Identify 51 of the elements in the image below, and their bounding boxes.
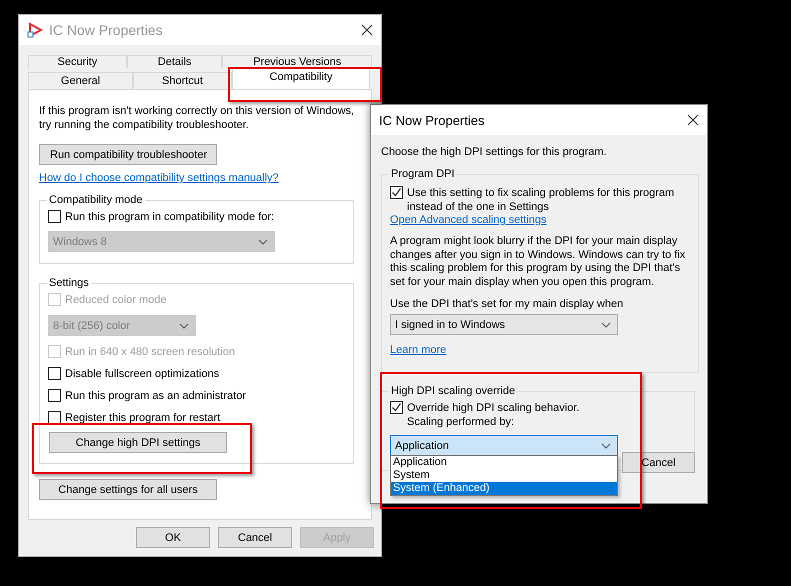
dropdown-option[interactable]: Application [391,456,617,469]
close-icon[interactable] [687,114,699,126]
checkbox[interactable] [390,186,403,199]
dropdown-option[interactable]: System (Enhanced) [391,482,617,495]
dpi-settings-button[interactable]: Change high DPI settings [49,432,227,453]
checkbox-label: Disable fullscreen optimizations [65,367,220,381]
checkbox-label: Register this program for restart [65,411,220,425]
group-title: Compatibility mode [48,194,144,206]
dropdown[interactable]: I signed in to Windows [390,314,618,335]
dropdown-label: Use the DPI that's set for my main display when [390,298,624,310]
caret-icon [601,322,611,328]
checkbox-label: Override high DPI scaling behavior. Scaling performed by: [407,401,580,429]
app-icon [27,22,43,38]
description-text: A program might look blurry if the DPI for your main display changes after you sign in to Windows. Windows can try to fix this scaling problem for this program by using the DPI that's set for your main display when you open this program. [390,235,686,289]
tab[interactable]: Shortcut [133,72,232,89]
checkbox[interactable] [48,210,61,223]
all-users-button[interactable]: Change settings for all users [39,479,217,500]
checkbox[interactable] [390,401,403,414]
checkbox-label: Reduced color mode [65,293,167,307]
tab[interactable]: Security [28,55,127,68]
checkbox-label: Use this setting to fix scaling problems for this program instead of the one in Settings [407,186,676,214]
dropdown-option[interactable]: System [391,469,617,482]
dialog-button[interactable]: Cancel [218,527,292,548]
checkbox-label: Run this program in compatibility mode for: [65,210,274,224]
cancel-button[interactable]: Cancel [622,452,695,473]
dialog-button[interactable]: OK [136,527,210,548]
close-icon[interactable] [361,24,373,36]
help-link[interactable]: How do I choose compatibility settings manually? [39,172,279,184]
checkbox-label: Run this program as an administrator [65,389,246,403]
learn-more-link[interactable]: Learn more [390,344,446,356]
caret-icon [179,322,189,328]
window-title: IC Now Properties [379,112,484,128]
tab[interactable]: Previous Versions [222,55,372,68]
group-title: Settings [48,277,90,289]
troubleshooter-button[interactable]: Run compatibility troubleshooter [39,144,217,165]
group-title: High DPI scaling override [390,385,516,397]
caret-icon [258,238,268,244]
window-title: IC Now Properties [49,22,163,38]
group-title: Program DPI [390,168,456,180]
checkbox[interactable] [48,411,61,424]
advanced-scaling-link[interactable]: Open Advanced scaling settings [390,214,547,226]
intro-text: Choose the high DPI settings for this program. [381,146,607,158]
tab[interactable]: Details [126,55,222,68]
tab[interactable]: General [28,72,133,89]
intro-text: If this program isn't working correctly on this version of Windows, try running the compatibility troubleshooter. [39,104,356,132]
dropdown[interactable]: Application [390,435,618,456]
checkbox[interactable] [48,367,61,380]
tab[interactable]: Compatibility [232,68,370,89]
checkbox[interactable] [48,389,61,402]
caret-icon [601,442,611,448]
checkbox-label: Run in 640 x 480 screen resolution [65,345,235,359]
